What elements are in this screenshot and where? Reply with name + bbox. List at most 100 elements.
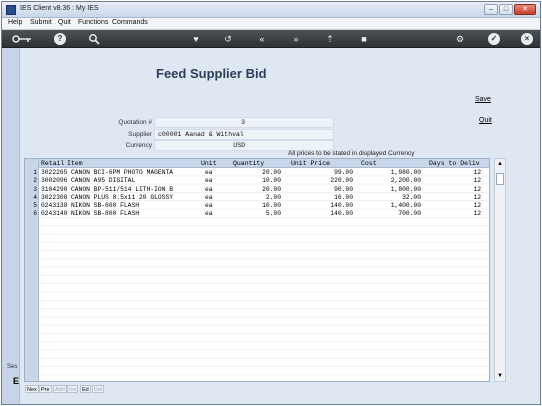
search-icon[interactable] [88, 33, 100, 45]
supplier-field[interactable]: c00001 Aanad & Withval [154, 129, 334, 140]
menu-commands[interactable]: Commands [112, 19, 148, 26]
header-unit-price: Unit Price [291, 160, 331, 167]
quotation-field[interactable]: 3 [154, 117, 334, 128]
row-number: 4 [33, 193, 37, 201]
cell-retail: 3022265 [41, 169, 68, 176]
cell-item: CANON BCI-6PM PHOTO MAGENTA [71, 169, 174, 176]
menu-quit[interactable]: Quit [58, 19, 71, 26]
table-row[interactable]: 1 3022265 CANON BCI-6PM PHOTO MAGENTA ea… [25, 169, 489, 177]
cell-unit: ea [205, 202, 213, 210]
table-row[interactable]: 4 3022308 CANON PLUS 8.5x11 20 GLOSSY ea… [25, 194, 489, 202]
quotation-label: Quotation # [118, 119, 152, 126]
key-icon[interactable] [12, 33, 32, 45]
cell-cost: 2,200.00 [390, 177, 421, 185]
cell-retail: 0243138 [41, 202, 68, 210]
fast-forward-icon[interactable]: » [290, 33, 302, 45]
cell-quantity: 2.00 [265, 193, 281, 201]
menu-functions[interactable]: Functions [78, 19, 108, 26]
undo-icon[interactable]: ↺ [222, 33, 234, 45]
page-title: Feed Supplier Bid [156, 66, 267, 81]
close-window-button[interactable]: ✕ [514, 4, 536, 15]
window-title: IES Client v8.36 : My IES [20, 5, 99, 12]
cell-cost: 32.00 [402, 193, 421, 201]
bid-lines-table[interactable]: Retail Item Unit Quantity Unit Price Cos… [24, 158, 490, 382]
settings-icon[interactable]: ⚙ [454, 33, 466, 45]
cell-quantity: 5.00 [265, 210, 281, 218]
check-icon[interactable]: ✓ [488, 33, 500, 45]
menu-help[interactable]: Help [8, 19, 22, 26]
table-row[interactable]: 6 0243140 NIKON SB-800 FLASH ea 5.00 140… [25, 210, 489, 218]
side-panel-label: Ses [7, 364, 18, 370]
menu-submit[interactable]: Submit [30, 19, 52, 26]
minimize-button[interactable]: – [484, 4, 498, 15]
cell-unit: ea [205, 169, 213, 176]
table-row[interactable]: 5 0243138 NIKON SB-600 FLASH ea 10.00 14… [25, 202, 489, 210]
side-panel: Ses E [2, 48, 20, 404]
header-quantity: Quantity [233, 160, 265, 167]
header-cost: Cost [361, 160, 377, 167]
save-link[interactable]: Save [475, 96, 491, 103]
cell-unit-price: 90.00 [334, 185, 353, 193]
cell-quantity: 10.00 [262, 177, 281, 185]
app-logo-icon [6, 5, 16, 15]
cell-cost: 1,800.00 [390, 185, 421, 193]
cell-cost: 700.00 [398, 210, 421, 218]
vertical-scrollbar[interactable]: ▲ ▼ [494, 158, 506, 382]
rewind-icon[interactable]: « [256, 33, 268, 45]
row-number: 2 [33, 177, 37, 185]
heart-icon[interactable]: ♥ [190, 33, 202, 45]
cell-unit: ea [205, 193, 213, 201]
delete-button[interactable]: Del [92, 385, 105, 393]
scroll-up-icon[interactable]: ▲ [496, 160, 504, 168]
cell-cost: 1,400.00 [390, 202, 421, 210]
form-area: Feed Supplier Bid Save Quit Quotation # … [20, 48, 540, 404]
cell-item: CANON A95 DIGITAL [71, 177, 136, 185]
header-item: Item [67, 160, 83, 167]
cell-days: 12 [473, 193, 481, 201]
cell-item: CANON PLUS 8.5x11 20 GLOSSY [71, 193, 174, 201]
title-bar: IES Client v8.36 : My IES – □ ✕ [2, 2, 540, 18]
maximize-button[interactable]: □ [499, 4, 513, 15]
previous-button[interactable]: Pre [39, 385, 52, 393]
insert-button[interactable]: Ins [67, 385, 79, 393]
header-retail: Retail [41, 160, 65, 167]
cell-cost: 1,980.00 [390, 169, 421, 176]
side-panel-letter: E [13, 376, 20, 386]
add-button[interactable]: Add [53, 385, 67, 393]
cell-unit: ea [205, 185, 213, 193]
export-icon[interactable]: ⇡ [324, 33, 336, 45]
cell-unit-price: 16.00 [334, 193, 353, 201]
cell-quantity: 20.00 [262, 185, 281, 193]
cell-days: 12 [473, 169, 481, 176]
scroll-thumb[interactable] [496, 173, 504, 185]
scroll-down-icon[interactable]: ▼ [496, 372, 504, 380]
cell-quantity: 10.00 [262, 202, 281, 210]
cell-days: 12 [473, 210, 481, 218]
currency-label: Currency [125, 142, 152, 149]
next-button[interactable]: Nex [25, 385, 39, 393]
cell-unit-price: 140.00 [330, 202, 353, 210]
table-row[interactable]: 2 3002096 CANON A95 DIGITAL ea 10.00 220… [25, 177, 489, 185]
menu-bar: Help Submit Quit Functions Commands [2, 18, 540, 30]
toolbar: ? ♥ ↺ « » ⇡ ■ ⚙ ✓ × [2, 30, 540, 48]
help-icon[interactable]: ? [54, 33, 66, 45]
cell-quantity: 20.00 [262, 169, 281, 176]
close-icon[interactable]: × [521, 33, 533, 45]
currency-note: All prices to be stated in displayed Cur… [288, 150, 415, 157]
cell-days: 12 [473, 185, 481, 193]
edit-button[interactable]: Ed [80, 385, 91, 393]
table-header: Retail Item Unit Quantity Unit Price Cos… [39, 159, 489, 168]
table-body: 1 3022265 CANON BCI-6PM PHOTO MAGENTA ea… [25, 169, 489, 219]
cell-retail: 3022308 [41, 193, 68, 201]
cell-retail: 0243140 [41, 210, 68, 218]
row-actions-bar: Nex Pre Add Ins Ed Del [24, 385, 494, 394]
table-row[interactable]: 3 3104290 CANON BP-511/514 LITH-ION B ea… [25, 186, 489, 194]
cell-days: 12 [473, 177, 481, 185]
header-unit: Unit [201, 160, 217, 167]
quit-link[interactable]: Quit [479, 117, 492, 124]
row-number: 5 [33, 202, 37, 210]
row-number: 6 [33, 210, 37, 218]
stop-icon[interactable]: ■ [358, 33, 370, 45]
cell-unit: ea [205, 210, 213, 218]
row-number: 3 [33, 185, 37, 193]
